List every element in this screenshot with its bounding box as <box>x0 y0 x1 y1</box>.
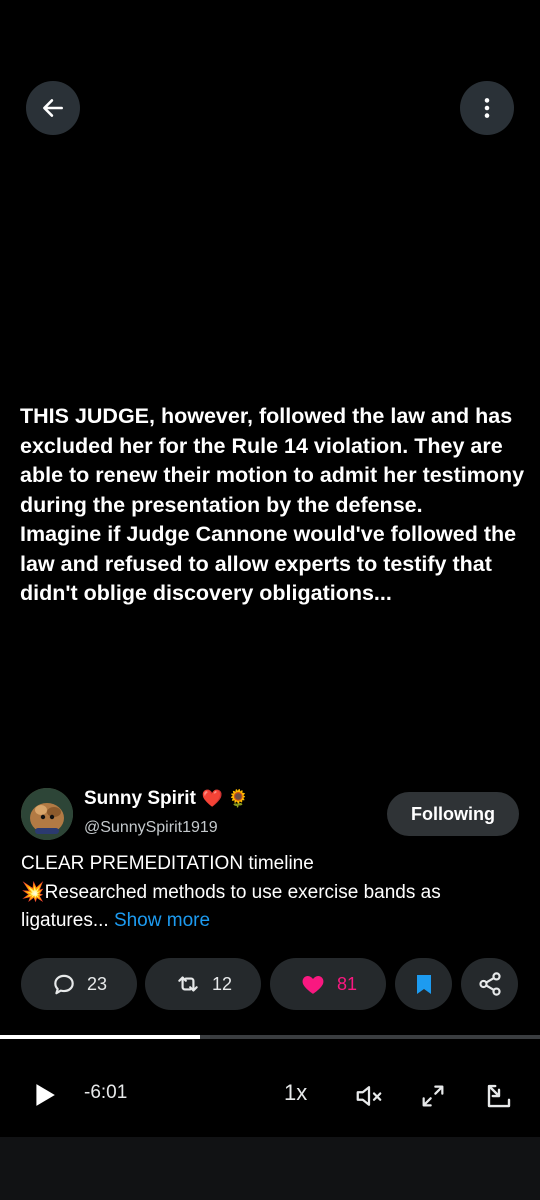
like-count: 81 <box>336 973 358 994</box>
heart-icon <box>302 975 324 994</box>
post-text-line-3: ligatures... Show more <box>21 907 521 936</box>
back-arrow-icon <box>43 99 63 117</box>
play-button[interactable] <box>28 1079 60 1111</box>
share-icon <box>478 972 501 996</box>
avatar-image <box>21 788 73 840</box>
more-vertical-icon <box>484 98 490 118</box>
video-progress-bar[interactable] <box>0 1035 540 1039</box>
repost-count: 12 <box>211 973 233 994</box>
fullscreen-button[interactable] <box>416 1079 450 1113</box>
like-button[interactable]: 81 <box>270 958 386 1010</box>
reply-icon <box>54 974 74 995</box>
repost-button[interactable]: 12 <box>145 958 261 1010</box>
fullscreen-icon <box>422 1085 444 1107</box>
post-text-line-3-text: ligatures... <box>21 910 109 931</box>
picture-in-picture-button[interactable] <box>482 1079 516 1113</box>
time-remaining: -6:01 <box>84 1082 128 1103</box>
reply-button[interactable]: 23 <box>21 958 137 1010</box>
post-text-line-1: CLEAR PREMEDITATION timeline <box>21 853 314 874</box>
mute-button[interactable] <box>352 1079 386 1113</box>
bookmark-icon <box>416 975 431 994</box>
retweet-icon <box>178 976 198 992</box>
author-name-emojis: ❤️ 🌻 <box>201 789 249 808</box>
show-more-link[interactable]: Show more <box>114 910 210 931</box>
bookmark-button[interactable] <box>395 958 452 1010</box>
bottom-bar <box>0 1137 540 1200</box>
video-player-screen: THIS JUDGE, however, followed the law an… <box>0 0 540 1200</box>
video-caption-text: THIS JUDGE, however, followed the law an… <box>20 404 525 605</box>
playback-speed-button[interactable]: 1x <box>284 1080 307 1106</box>
back-button[interactable] <box>26 81 80 135</box>
author-name-text: Sunny Spirit <box>84 788 196 809</box>
share-button[interactable] <box>461 958 518 1010</box>
pip-icon <box>487 1084 511 1108</box>
video-progress-fill <box>0 1035 200 1039</box>
player-controls: -6:01 1x <box>0 1060 540 1132</box>
avatar[interactable] <box>21 788 73 840</box>
author-row: Sunny Spirit ❤️ 🌻 @SunnySpirit1919 Follo… <box>21 786 521 842</box>
following-button[interactable]: Following <box>387 792 519 836</box>
mute-icon <box>356 1086 382 1106</box>
author-name[interactable]: Sunny Spirit ❤️ 🌻 <box>84 788 249 810</box>
reply-count: 23 <box>86 973 108 994</box>
more-options-button[interactable] <box>460 81 514 135</box>
action-row: 23 12 81 <box>21 958 521 1010</box>
post-text-line-2: 💥Researched methods to use exercise band… <box>21 881 441 903</box>
author-handle[interactable]: @SunnySpirit1919 <box>84 819 218 837</box>
post-text: CLEAR PREMEDITATION timeline 💥Researched… <box>21 850 521 936</box>
play-icon <box>36 1084 55 1106</box>
